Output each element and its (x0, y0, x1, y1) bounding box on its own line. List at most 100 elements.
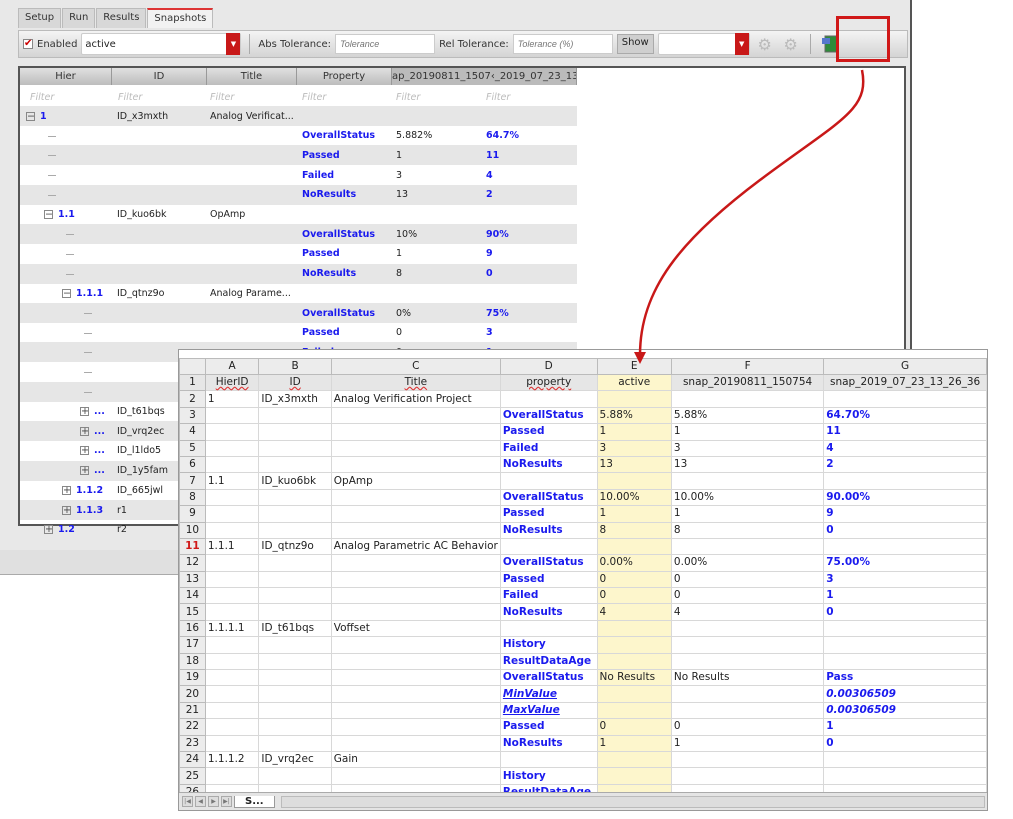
row-number[interactable]: 12 (179, 554, 206, 572)
collapse-icon[interactable]: − (26, 111, 35, 121)
row-number[interactable]: 19 (179, 669, 206, 687)
cell[interactable] (670, 537, 825, 556)
cell[interactable] (204, 685, 260, 703)
cell[interactable]: 1.1.1 (204, 537, 260, 556)
cell[interactable]: History (499, 767, 598, 785)
cell[interactable]: 10.00% (670, 488, 825, 507)
cell[interactable]: Failed (499, 439, 598, 457)
cell[interactable]: 90.00% (823, 488, 987, 507)
cell[interactable] (670, 636, 825, 654)
cell[interactable] (670, 472, 825, 490)
column-header[interactable]: B (258, 358, 332, 375)
expand-icon[interactable]: + (62, 486, 71, 495)
cell[interactable]: History (499, 636, 598, 654)
cell[interactable]: 1 (670, 423, 825, 441)
cell[interactable] (204, 455, 260, 474)
cell[interactable] (204, 636, 260, 654)
cell[interactable]: 1 (670, 505, 825, 523)
cell[interactable] (258, 455, 332, 474)
cell[interactable]: 4 (823, 439, 987, 457)
cell[interactable] (330, 455, 501, 474)
cell[interactable]: ID_t61bqs (258, 619, 332, 638)
filter-input[interactable]: Filter (396, 92, 420, 103)
rel-tolerance-input[interactable] (512, 34, 613, 54)
row-number[interactable]: 11 (179, 537, 206, 556)
expand-icon[interactable]: + (80, 426, 89, 436)
cell[interactable]: Failed (499, 587, 598, 605)
cell[interactable]: 0 (823, 603, 987, 621)
cell[interactable]: 1.1 (204, 472, 260, 490)
cell[interactable] (670, 619, 825, 638)
row-number[interactable]: 13 (179, 570, 206, 589)
expand-icon[interactable]: + (80, 466, 89, 475)
cell[interactable]: Gain (330, 750, 501, 769)
column-header[interactable]: E (596, 358, 672, 375)
row-number[interactable]: 1 (179, 373, 206, 392)
cell[interactable] (499, 619, 598, 638)
row-number[interactable]: 17 (179, 636, 206, 654)
cell[interactable] (258, 570, 332, 589)
cell[interactable]: 0.00% (596, 554, 672, 572)
cell[interactable] (596, 767, 672, 785)
cell[interactable] (330, 685, 501, 703)
cell[interactable] (330, 554, 501, 572)
cell[interactable] (330, 587, 501, 605)
row-number[interactable]: 21 (179, 701, 206, 720)
cell[interactable]: 1 (204, 390, 260, 408)
expand-icon[interactable]: + (44, 525, 53, 534)
cell[interactable] (596, 390, 672, 408)
cell[interactable] (330, 488, 501, 507)
cell[interactable] (596, 636, 672, 654)
cell[interactable]: 13 (670, 455, 825, 474)
tree-row[interactable]: −1 ID_x3mxth Analog Verificat... (20, 106, 577, 126)
cell[interactable] (204, 734, 260, 752)
first-sheet-icon[interactable]: |◀ (182, 796, 193, 807)
cell[interactable] (330, 603, 501, 621)
cell[interactable]: 0 (670, 587, 825, 605)
cell[interactable]: OpAmp (330, 472, 501, 490)
tree-row[interactable]: −1.1 ID_kuo6bk OpAmp (20, 205, 577, 225)
cell[interactable] (330, 718, 501, 736)
cell[interactable] (330, 734, 501, 752)
cell[interactable] (258, 439, 332, 457)
next-sheet-icon[interactable]: ▶ (208, 796, 219, 807)
cell[interactable]: 0 (823, 734, 987, 752)
cell[interactable]: NoResults (499, 734, 598, 752)
row-number[interactable]: 9 (179, 505, 206, 523)
cell[interactable]: HierID (204, 373, 260, 392)
cell[interactable]: ID_vrq2ec (258, 750, 332, 769)
tree-row[interactable]: Passed 0 3 (20, 323, 577, 343)
cell[interactable] (258, 652, 332, 671)
cell[interactable] (204, 406, 260, 425)
tree-row[interactable]: NoResults 8 0 (20, 263, 577, 284)
cell[interactable] (823, 767, 987, 785)
cell[interactable]: Analog Parametric AC Behavior (330, 537, 501, 556)
cell[interactable]: snap_20190811_150754 (670, 373, 825, 392)
row-number[interactable]: 22 (179, 718, 206, 736)
cell[interactable]: 9 (823, 505, 987, 523)
horizontal-scrollbar[interactable] (280, 795, 985, 808)
cell[interactable]: 8 (670, 521, 825, 539)
cell[interactable]: 64.70% (823, 406, 987, 425)
tree-row[interactable]: Failed 3 4 (20, 165, 577, 185)
row-number[interactable]: 16 (179, 619, 206, 638)
cell[interactable] (258, 423, 332, 441)
cell[interactable] (258, 505, 332, 523)
row-number[interactable]: 6 (179, 455, 206, 474)
cell[interactable]: MinValue (499, 685, 598, 703)
cell[interactable]: Pass (823, 669, 987, 687)
cell[interactable]: 0 (670, 570, 825, 589)
cell[interactable] (330, 570, 501, 589)
expand-icon[interactable]: + (62, 505, 71, 515)
cell[interactable] (330, 505, 501, 523)
column-header[interactable]: D (499, 358, 598, 375)
cell[interactable] (204, 718, 260, 736)
cell[interactable] (596, 750, 672, 769)
row-number[interactable]: 15 (179, 603, 206, 621)
cell[interactable]: 4 (670, 603, 825, 621)
cell[interactable] (596, 537, 672, 556)
cell[interactable] (330, 767, 501, 785)
cell[interactable] (823, 619, 987, 638)
cell[interactable] (204, 652, 260, 671)
cell[interactable] (258, 734, 332, 752)
